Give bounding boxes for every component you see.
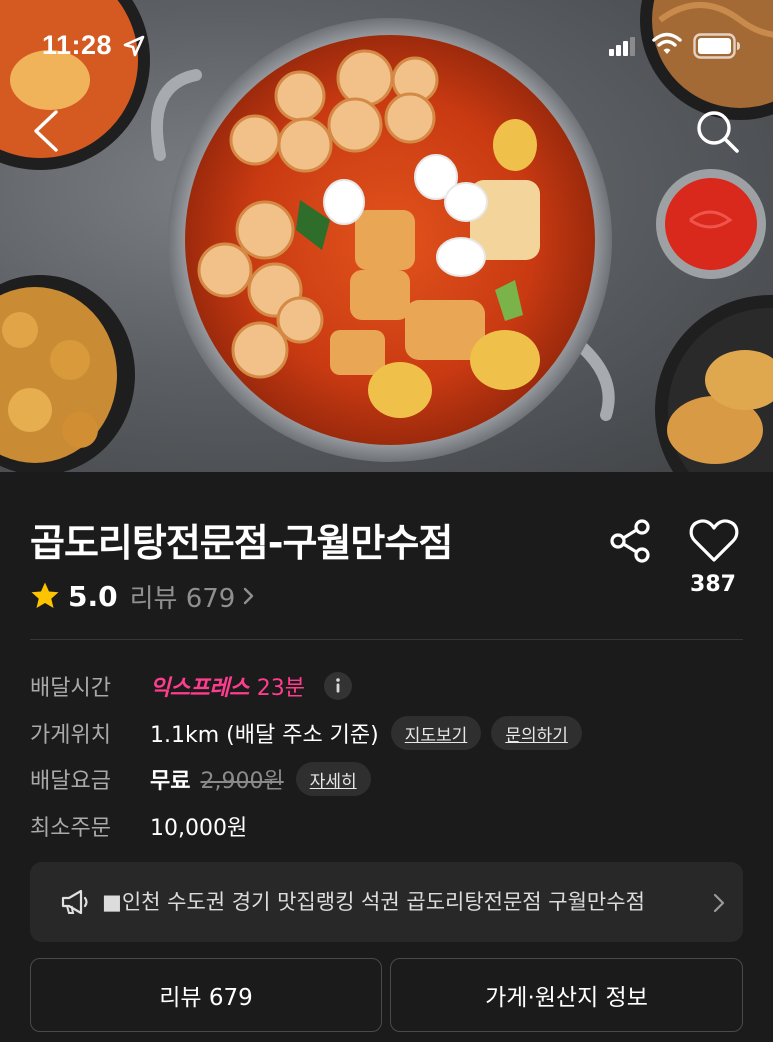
delivery-fee-original: 2,900원 — [200, 769, 284, 794]
min-order-row: 최소주문 10,000원 — [30, 806, 247, 846]
status-bar: 11:28 — [0, 0, 773, 92]
location-value: 1.1km (배달 주소 기준) — [150, 723, 379, 748]
rating-score: 5.0 — [68, 579, 118, 613]
review-tab-button[interactable]: 리뷰 679 — [30, 958, 382, 1032]
fee-detail-chip[interactable]: 자세히 — [295, 762, 371, 796]
back-arrow-icon — [34, 110, 58, 152]
hero-image: 11:28 — [0, 0, 773, 472]
min-order-value: 10,000원 — [150, 816, 248, 841]
location-label: 가게위치 — [30, 723, 111, 748]
share-icon — [610, 519, 650, 563]
chevron-right-icon — [244, 587, 254, 605]
inquiry-chip[interactable]: 문의하기 — [491, 716, 582, 750]
review-count: 리뷰 679 — [129, 583, 236, 614]
notice-text: ■인천 수도권 경기 맛집랭킹 석권 곱도리탕전문점 구월만수점 — [102, 890, 645, 914]
delivery-minutes: 23분 — [256, 676, 305, 701]
delivery-fee-free: 무료 — [150, 769, 191, 794]
store-info-tab-button[interactable]: 가게·원산지 정보 — [390, 958, 743, 1032]
location-row: 가게위치 1.1km (배달 주소 기준) 지도보기 문의하기 — [30, 713, 582, 753]
back-button[interactable] — [22, 104, 72, 158]
heart-icon — [689, 519, 739, 562]
megaphone-icon — [61, 889, 88, 915]
divider — [30, 639, 743, 640]
store-info-section: 곱도리탕전문점-구월만수점 387 5.0 리뷰 679 배달시간 익스프레스 … — [0, 472, 773, 1042]
store-name: 곱도리탕전문점-구월만수점 — [30, 521, 453, 565]
delivery-time-row: 배달시간 익스프레스 23분 — [30, 666, 353, 706]
share-button[interactable] — [608, 518, 654, 564]
status-time: 11:28 — [42, 30, 113, 60]
delivery-time-label: 배달시간 — [30, 676, 111, 701]
location-arrow-icon — [123, 35, 145, 57]
notice-banner[interactable]: ■인천 수도권 경기 맛집랭킹 석권 곱도리탕전문점 구월만수점 — [30, 862, 743, 942]
info-icon[interactable] — [323, 671, 353, 701]
min-order-label: 최소주문 — [30, 816, 111, 841]
wifi-icon — [652, 32, 682, 54]
map-view-chip[interactable]: 지도보기 — [390, 716, 482, 750]
delivery-fee-row: 배달요금 무료 2,900원 자세히 — [30, 759, 371, 799]
rating-review-link[interactable]: 5.0 리뷰 679 — [30, 576, 257, 616]
like-count: 387 — [690, 572, 736, 597]
signal-icon — [609, 37, 635, 56]
search-button[interactable] — [690, 104, 744, 158]
express-badge: 익스프레스 — [150, 676, 249, 701]
battery-icon — [693, 33, 740, 59]
star-icon — [31, 582, 59, 608]
like-button[interactable] — [688, 516, 740, 566]
delivery-fee-label: 배달요금 — [30, 769, 111, 794]
search-icon — [697, 111, 739, 153]
chevron-right-icon — [713, 893, 725, 913]
